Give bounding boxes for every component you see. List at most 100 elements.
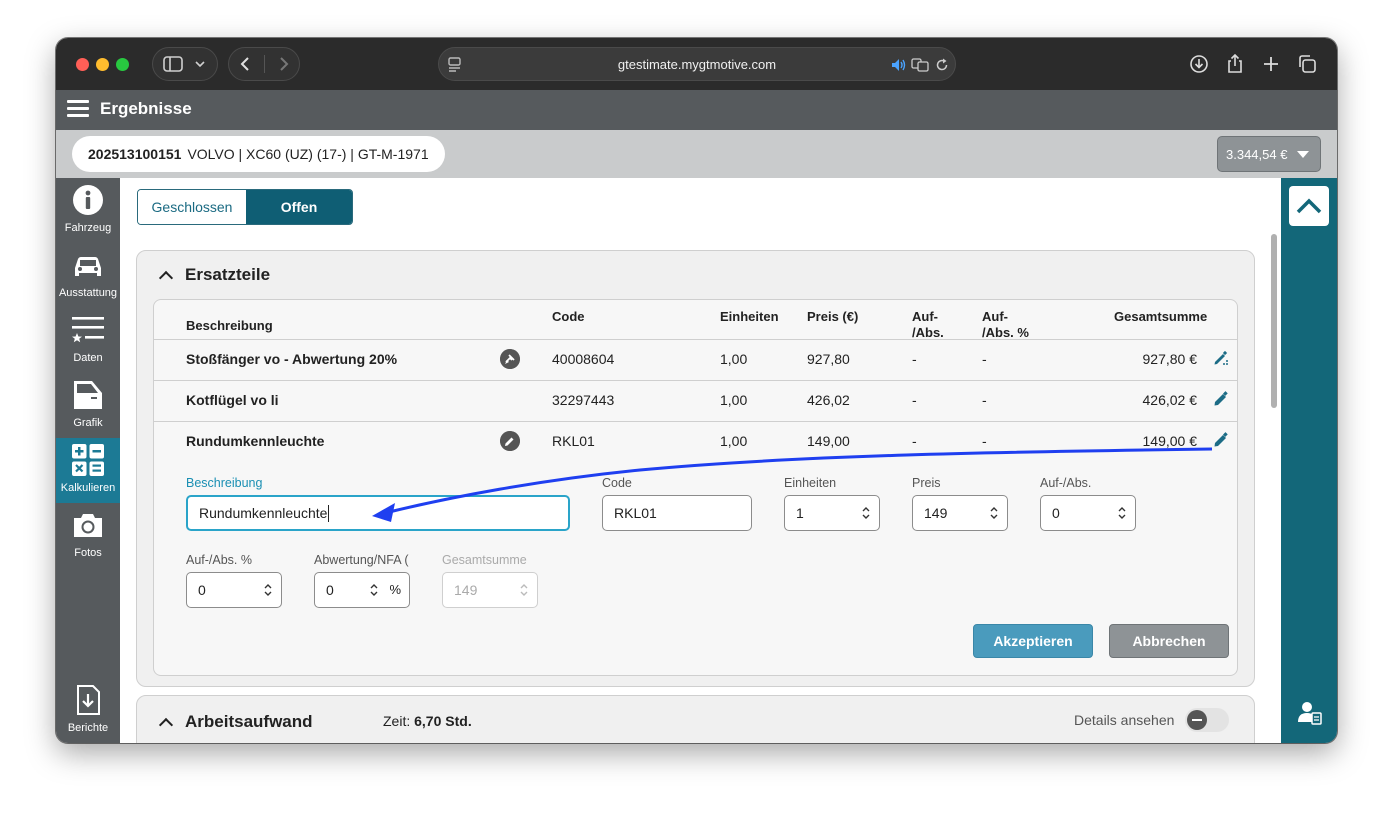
header-description: Beschreibung	[186, 318, 273, 333]
description-input[interactable]: Rundumkennleuchte	[186, 495, 570, 531]
labor-panel: Arbeitsaufwand Zeit: 6,70 Std. Details a…	[136, 695, 1255, 743]
surcharge-stepper[interactable]: 0	[1040, 495, 1136, 531]
accept-button[interactable]: Akzeptieren	[973, 624, 1093, 658]
minimize-window-button[interactable]	[96, 58, 109, 71]
main-content: Geschlossen Offen Ersatzteile Beschreibu…	[120, 178, 1281, 743]
header-surcharge-percent: Auf- /Abs. %	[982, 309, 1029, 341]
header-surcharge-percent-line1: Auf-	[982, 309, 1008, 324]
chevron-down-icon	[195, 61, 205, 68]
row-surcharge-percent: -	[982, 433, 987, 449]
surcharge-value: 0	[1052, 505, 1060, 521]
row-total: 149,00 €	[1142, 433, 1198, 449]
zoom-window-button[interactable]	[116, 58, 129, 71]
car-door-icon	[74, 381, 102, 409]
sidebar-icon	[163, 56, 183, 72]
sidebar-item-label: Kalkulieren	[60, 482, 116, 494]
sidebar-item-grafik[interactable]: Grafik	[56, 373, 120, 438]
menu-icon[interactable]	[67, 100, 89, 118]
total-label: Gesamtsumme	[442, 553, 527, 567]
table-row-selected[interactable]: Rundumkennleuchte RKL01 1,00 149,00 - - …	[154, 421, 1237, 462]
new-tab-icon[interactable]	[1254, 47, 1288, 81]
sidebar-item-label: Grafik	[73, 417, 103, 429]
row-units: 1,00	[720, 351, 748, 367]
surcharge-percent-value: 0	[198, 582, 206, 598]
header-units: Einheiten	[720, 309, 779, 324]
depreciation-stepper[interactable]: 0 %	[314, 572, 410, 608]
sidebar-item-fotos[interactable]: Fotos	[56, 503, 120, 568]
surcharge-label: Auf-/Abs.	[1040, 476, 1092, 490]
vehicle-bar: 202513100151 VOLVO | XC60 (UZ) (17-) | G…	[56, 130, 1337, 178]
row-total: 927,80 €	[1142, 351, 1198, 367]
edit-pencil-icon[interactable]	[1213, 391, 1229, 407]
price-stepper[interactable]: 149	[912, 495, 1008, 531]
units-stepper[interactable]: 1	[784, 495, 880, 531]
address-bar[interactable]: gtestimate.mygtmotive.com	[438, 47, 956, 81]
stepper-icon[interactable]	[989, 505, 999, 521]
table-row[interactable]: Kotflügel vo li 32297443 1,00 426,02 - -…	[154, 380, 1237, 421]
total-price-dropdown[interactable]: 3.344,54 €	[1217, 136, 1321, 172]
stepper-icon[interactable]	[861, 505, 871, 521]
details-toggle[interactable]	[1185, 708, 1229, 732]
user-clipboard-icon[interactable]	[1297, 700, 1323, 726]
total-price: 3.344,54 €	[1226, 146, 1288, 162]
labor-time-label: Zeit:	[383, 713, 411, 729]
back-icon[interactable]	[238, 56, 252, 72]
vehicle-description: VOLVO | XC60 (UZ) (17-) | GT-M-1971	[187, 146, 429, 162]
total-value: 149	[454, 582, 478, 598]
sidebar-toggle-button[interactable]	[152, 47, 218, 81]
stepper-icon	[520, 584, 528, 596]
edit-pencil-dotted-icon[interactable]	[1213, 350, 1229, 366]
sidebar-item-fahrzeug[interactable]: Fahrzeug	[56, 178, 120, 243]
vehicle-id: 202513100151	[88, 146, 182, 162]
page-menu-icon[interactable]	[447, 56, 463, 72]
report-download-icon	[77, 685, 100, 715]
forward-icon[interactable]	[277, 56, 291, 72]
code-input[interactable]: RKL01	[602, 495, 752, 531]
stepper-icon[interactable]	[263, 582, 273, 598]
filter-open-button[interactable]: Offen	[246, 190, 352, 224]
reload-icon[interactable]	[935, 58, 949, 72]
sidebar-item-label: Ausstattung	[58, 287, 118, 299]
row-surcharge-percent: -	[982, 351, 987, 367]
vehicle-info: 202513100151 VOLVO | XC60 (UZ) (17-) | G…	[72, 136, 445, 172]
text-cursor	[328, 504, 330, 522]
row-code: 40008604	[552, 351, 615, 367]
header-price: Preis (€)	[807, 309, 859, 324]
audio-icon[interactable]	[891, 58, 907, 72]
sidebar-item-daten[interactable]: Daten	[56, 308, 120, 373]
parts-title: Ersatzteile	[185, 265, 271, 284]
sidebar-item-berichte[interactable]: Berichte	[56, 678, 120, 743]
translate-icon[interactable]	[911, 58, 929, 72]
stepper-icon[interactable]	[1117, 505, 1127, 521]
scroll-top-button[interactable]	[1289, 186, 1329, 226]
scrollbar[interactable]	[1270, 234, 1278, 743]
filter-closed-button[interactable]: Geschlossen	[138, 190, 246, 224]
parts-panel-toggle[interactable]: Ersatzteile	[158, 265, 271, 285]
edit-pencil-icon[interactable]	[1213, 432, 1229, 448]
surcharge-percent-stepper[interactable]: 0	[186, 572, 282, 608]
header-total: Gesamtsumme	[1114, 309, 1208, 324]
labor-panel-toggle[interactable]: Arbeitsaufwand	[158, 712, 313, 732]
depreciation-value: 0	[326, 582, 334, 598]
row-description: Stoßfänger vo - Abwertung 20%	[186, 351, 398, 367]
row-price: 426,02	[807, 392, 850, 408]
cancel-button[interactable]: Abbrechen	[1109, 624, 1229, 658]
description-label: Beschreibung	[186, 476, 263, 490]
code-label: Code	[602, 476, 632, 490]
row-surcharge-percent: -	[982, 392, 987, 408]
downloads-icon[interactable]	[1182, 47, 1216, 81]
nav-buttons	[228, 47, 300, 81]
tab-overview-icon[interactable]	[1290, 47, 1324, 81]
total-field: 149	[442, 572, 538, 608]
sidebar-item-label: Berichte	[67, 722, 109, 734]
sidebar-item-kalkulieren[interactable]: Kalkulieren	[56, 438, 120, 503]
table-row[interactable]: Stoßfänger vo - Abwertung 20% 40008604 1…	[154, 339, 1237, 380]
share-icon[interactable]	[1218, 47, 1252, 81]
car-icon	[75, 257, 101, 276]
close-window-button[interactable]	[76, 58, 89, 71]
labor-title: Arbeitsaufwand	[185, 712, 313, 731]
scrollbar-thumb[interactable]	[1271, 234, 1277, 408]
stepper-icon[interactable]	[369, 582, 379, 598]
row-units: 1,00	[720, 392, 748, 408]
sidebar-item-ausstattung[interactable]: Ausstattung	[56, 243, 120, 308]
